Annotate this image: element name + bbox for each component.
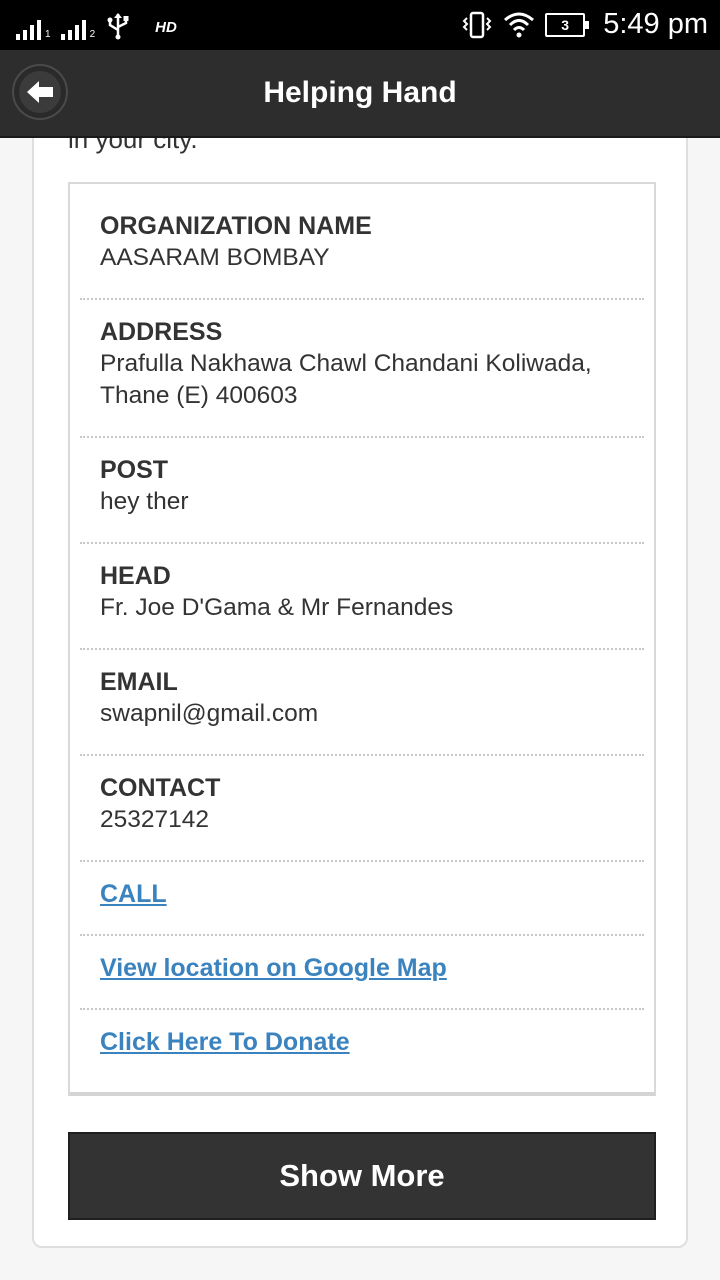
post-value: hey ther [100, 488, 189, 515]
field-address: ADDRESS Prafulla Nakhawa Chawl Chandani … [80, 300, 644, 438]
field-organization-name: ORGANIZATION NAME AASARAM BOMBAY [80, 184, 644, 300]
field-call: CALL [80, 862, 644, 936]
field-map: View location on Google Map [80, 936, 644, 1010]
battery-icon: 3 [545, 12, 590, 37]
call-link[interactable]: CALL [100, 880, 167, 909]
usb-icon [107, 13, 129, 40]
address-value-line2: Thane (E) 400603 [100, 382, 298, 409]
donate-link[interactable]: Click Here To Donate [100, 1028, 350, 1057]
post-label: POST [100, 456, 169, 484]
organization-name-value: AASARAM BOMBAY [100, 244, 330, 271]
show-more-button[interactable]: Show More [68, 1132, 656, 1220]
field-head: HEAD Fr. Joe D'Gama & Mr Fernandes [80, 544, 644, 650]
vibrate-icon [462, 11, 492, 38]
google-map-link[interactable]: View location on Google Map [100, 954, 447, 983]
signal-icon-sim2: 2 [60, 18, 95, 40]
hd-indicator: HD [155, 19, 177, 36]
contact-label: CONTACT [100, 774, 221, 802]
organization-details: ORGANIZATION NAME AASARAM BOMBAY ADDRESS… [68, 182, 656, 1096]
battery-level: 3 [561, 16, 570, 33]
field-contact: CONTACT 25327142 [80, 756, 644, 862]
status-bar: 1 2 HD 3 5:49 pm [0, 0, 720, 50]
email-label: EMAIL [100, 668, 178, 696]
clock: 5:49 pm [603, 8, 708, 40]
field-post: POST hey ther [80, 438, 644, 544]
head-label: HEAD [100, 562, 171, 590]
wifi-icon [504, 12, 535, 37]
page-title: Helping Hand [263, 76, 457, 109]
field-email: EMAIL swapnil@gmail.com [80, 650, 644, 756]
app-header: Helping Hand [0, 50, 720, 138]
signal-icon-sim1: 1 [16, 18, 51, 40]
address-value-line1: Prafulla Nakhawa Chawl Chandani Koliwada… [100, 350, 592, 377]
email-value: swapnil@gmail.com [100, 700, 319, 727]
contact-value: 25327142 [100, 806, 210, 833]
field-donate: Click Here To Donate [80, 1010, 644, 1090]
head-value: Fr. Joe D'Gama & Mr Fernandes [100, 594, 454, 621]
organization-name-label: ORGANIZATION NAME [100, 212, 372, 240]
address-label: ADDRESS [100, 318, 223, 346]
content-card: in your city. ORGANIZATION NAME AASARAM … [32, 100, 688, 1248]
